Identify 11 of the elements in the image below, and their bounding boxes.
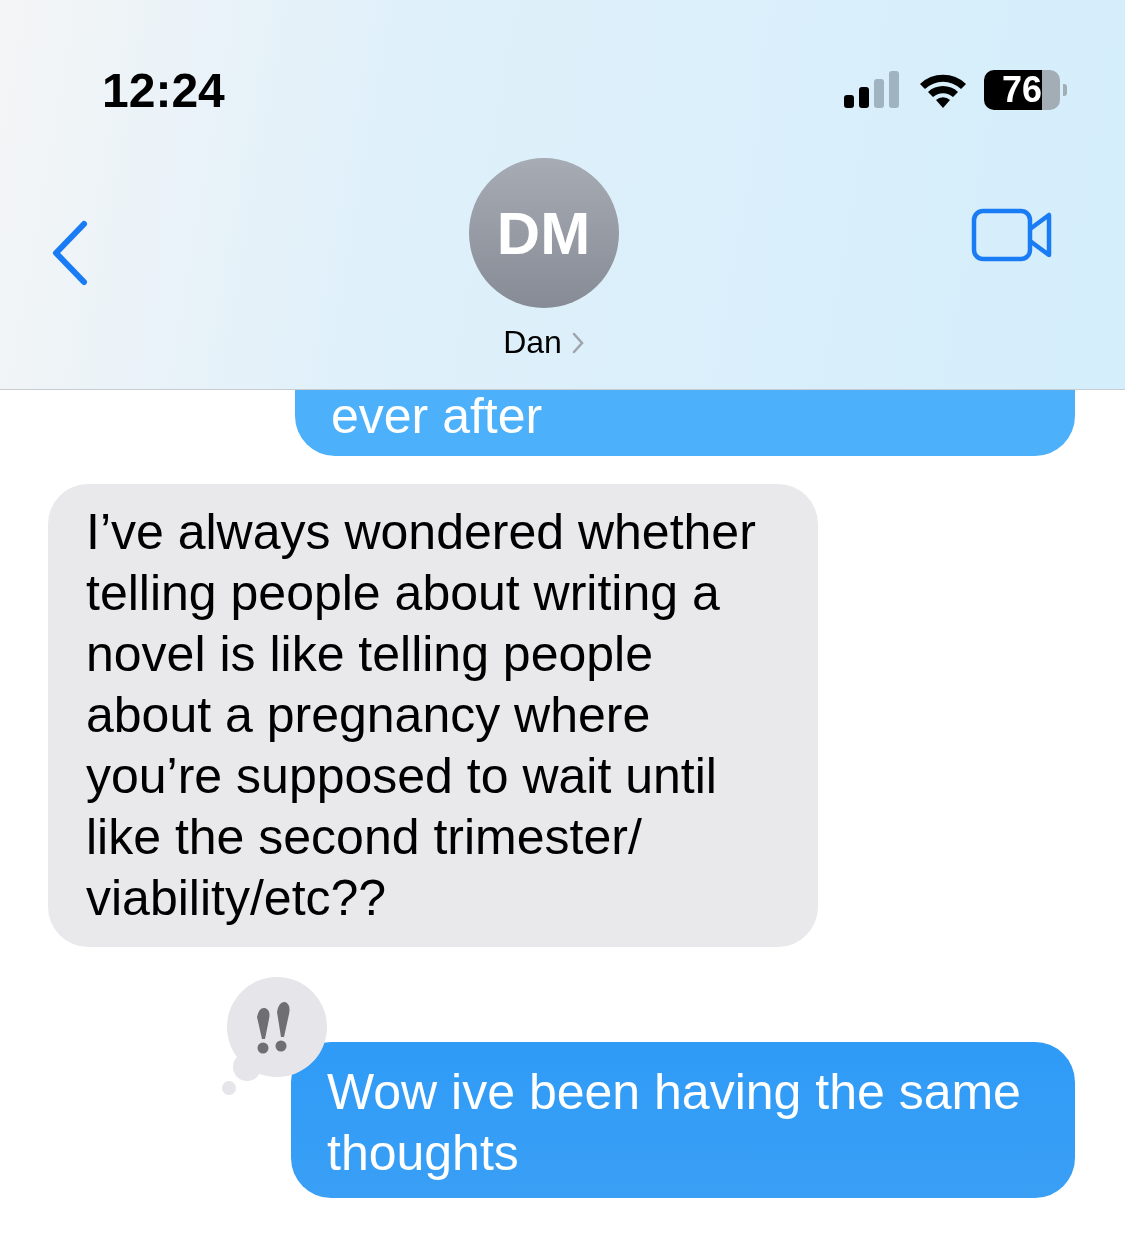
contact-avatar[interactable]: DM — [468, 158, 619, 308]
back-icon[interactable] — [50, 220, 90, 286]
message-bubble[interactable]: I’ve always wondered whether telling people about writing a novel is like telling people about a pregnancy where you’re supposed to wait until like the second trimester/ viability/etc?? — [48, 484, 818, 947]
message-bubble[interactable]: ever after — [295, 390, 1075, 456]
battery-percentage: 76 — [1001, 69, 1042, 111]
chevron-icon — [571, 331, 584, 354]
status-time: 12:24 — [102, 62, 225, 118]
contact-name[interactable]: Dan — [503, 324, 562, 361]
signal-icon — [844, 71, 902, 109]
video-call-icon[interactable] — [971, 208, 1053, 262]
message-bubble[interactable]: Wow ive been having the same thoughts — [291, 1042, 1075, 1198]
